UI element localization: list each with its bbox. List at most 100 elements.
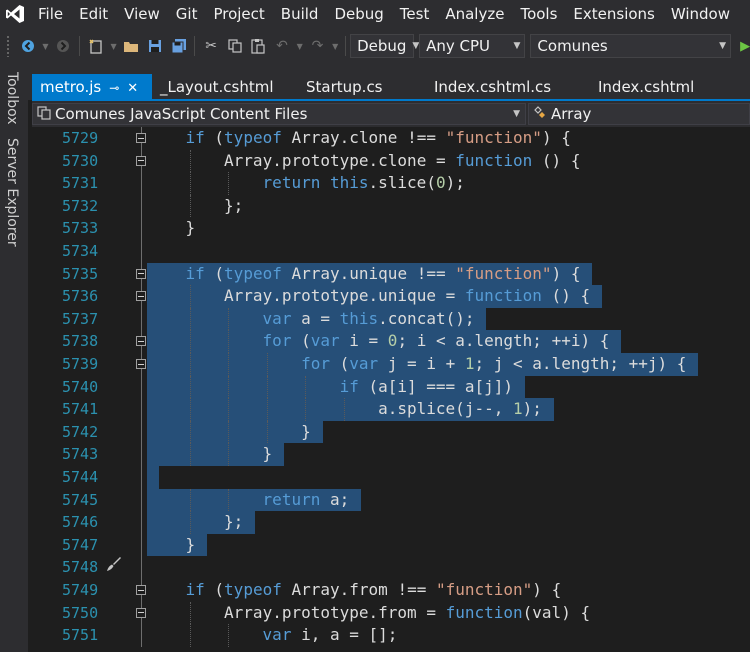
cut-icon[interactable]: ✂ xyxy=(200,35,222,57)
code-line[interactable]: 5746}; xyxy=(56,511,750,534)
dropdown-arrow-icon[interactable]: ▼ xyxy=(295,35,305,57)
collapse-region-icon[interactable] xyxy=(136,585,146,595)
code-text: }; xyxy=(224,511,243,534)
open-folder-icon[interactable] xyxy=(120,35,142,57)
code-line[interactable]: 5732}; xyxy=(56,194,750,218)
code-line[interactable]: 5741 a.splice(j--, 1); xyxy=(56,398,750,421)
paste-icon[interactable] xyxy=(248,35,270,57)
code-line[interactable]: 5734 xyxy=(56,240,750,263)
code-token: i = xyxy=(339,331,388,351)
string-token: "function" xyxy=(435,580,533,599)
startup-project-select[interactable]: Comunes ▼ xyxy=(530,34,732,58)
code-token: Array.from !== xyxy=(281,580,436,599)
project-scope-select[interactable]: Comunes JavaScript Content Files ▼ xyxy=(32,103,526,125)
collapse-region-icon[interactable] xyxy=(136,607,146,618)
menu-debug[interactable]: Debug xyxy=(326,0,391,28)
code-line[interactable]: 5730 Array.prototype.clone = function () … xyxy=(56,149,750,173)
collapse-region-icon[interactable] xyxy=(136,336,146,347)
code-editor[interactable]: 5729 if (typeof Array.clone !== "function… xyxy=(56,127,750,652)
visual-studio-logo-icon[interactable] xyxy=(0,0,30,28)
code-line[interactable]: 5750 Array.prototype.from = function(val)… xyxy=(56,601,750,625)
code-token: a; xyxy=(320,489,350,509)
navigate-forward-icon[interactable] xyxy=(52,35,74,57)
indent-guide xyxy=(189,353,191,376)
menu-tools[interactable]: Tools xyxy=(512,0,565,28)
tab-index-cshtml[interactable]: Index.cshtml xyxy=(590,74,750,100)
toolbox-tab[interactable]: Toolbox xyxy=(4,72,20,125)
copy-icon[interactable] xyxy=(224,35,246,57)
indent-guide xyxy=(228,307,230,331)
code-line[interactable]: 5742} xyxy=(56,420,750,444)
code-line[interactable]: 5729 if (typeof Array.clone !== "function… xyxy=(56,127,750,150)
collapse-region-icon[interactable] xyxy=(136,155,146,166)
code-token: ); xyxy=(445,173,465,193)
indent-guide xyxy=(305,375,307,399)
keyword-token: typeof xyxy=(224,580,282,599)
code-line[interactable]: 5739 for (var j = i + 1; j < a.length; ++… xyxy=(56,353,750,376)
new-project-icon[interactable] xyxy=(85,35,107,57)
tab-label: metro.js xyxy=(40,78,102,96)
redo-icon[interactable]: ↷ xyxy=(307,35,329,57)
menu-test[interactable]: Test xyxy=(392,0,438,28)
line-number: 5749 xyxy=(62,581,99,599)
save-icon[interactable] xyxy=(144,35,166,57)
keyword-token: var xyxy=(262,625,292,645)
code-line[interactable]: 5735 if (typeof Array.unique !== "functio… xyxy=(56,263,750,286)
collapse-region-icon[interactable] xyxy=(136,268,146,279)
tab-index-cshtml-cs[interactable]: Index.cshtml.cs xyxy=(426,74,590,100)
code-text: a.splice(j--, 1); xyxy=(378,398,542,421)
collapse-region-icon[interactable] xyxy=(136,291,146,302)
code-line[interactable]: 5740 if (a[i] === a[j]) xyxy=(56,375,750,399)
save-all-icon[interactable] xyxy=(168,35,190,57)
toolbar-grip[interactable] xyxy=(6,35,10,57)
chevron-down-icon: ▼ xyxy=(719,41,727,51)
code-token: j = i + xyxy=(378,354,465,373)
keyword-token: if xyxy=(185,580,205,599)
collapse-region-icon[interactable] xyxy=(136,133,146,143)
code-line[interactable]: 5747} xyxy=(56,534,750,557)
code-token: ) { xyxy=(532,580,562,599)
start-debugging-icon[interactable]: ▶ xyxy=(740,39,750,54)
code-line[interactable]: 5744 xyxy=(56,466,750,489)
dropdown-arrow-icon[interactable]: ▼ xyxy=(330,35,340,57)
code-line[interactable]: 5748 xyxy=(56,556,750,579)
tab-metro-js[interactable]: metro.js ⊸ ✕ xyxy=(32,74,152,100)
menu-view[interactable]: View xyxy=(116,0,168,28)
tab--layout-cshtml[interactable]: _Layout.cshtml xyxy=(152,74,298,100)
menu-extensions[interactable]: Extensions xyxy=(565,0,662,28)
code-line[interactable]: 5733} xyxy=(56,217,750,240)
undo-icon[interactable]: ↶ xyxy=(271,35,293,57)
indent-guide xyxy=(228,172,230,195)
code-line[interactable]: 5745 return a; xyxy=(56,488,750,512)
menu-window[interactable]: Window xyxy=(663,0,738,28)
string-token: "function" xyxy=(445,128,542,147)
menu-build[interactable]: Build xyxy=(273,0,327,28)
menu-edit[interactable]: Edit xyxy=(71,0,116,28)
menu-analyze[interactable]: Analyze xyxy=(437,0,512,28)
code-line[interactable]: 5731 return this.slice(0); xyxy=(56,172,750,195)
menu-file[interactable]: File xyxy=(30,0,71,28)
close-icon[interactable]: ✕ xyxy=(127,81,138,96)
tab-startup-cs[interactable]: Startup.cs xyxy=(298,74,426,100)
code-line[interactable]: 5737 var a = this.concat(); xyxy=(56,307,750,331)
keyword-token: function xyxy=(445,602,523,622)
menu-project[interactable]: Project xyxy=(205,0,272,28)
pin-tab-icon[interactable]: ⊸ xyxy=(109,81,119,95)
code-line[interactable]: 5751 var i, a = []; xyxy=(56,624,750,647)
menu-git[interactable]: Git xyxy=(168,0,206,28)
solution-platform-select[interactable]: Any CPU ▼ xyxy=(419,34,526,58)
solution-configuration-select[interactable]: Debug ▼ xyxy=(350,34,419,58)
code-line[interactable]: 5736 Array.prototype.unique = function ()… xyxy=(56,285,750,308)
dropdown-arrow-icon[interactable]: ▼ xyxy=(109,35,119,57)
keyword-token: var xyxy=(310,331,340,351)
collapse-region-icon[interactable] xyxy=(136,359,146,369)
code-line[interactable]: 5749 if (typeof Array.from !== "function"… xyxy=(56,579,750,602)
code-line[interactable]: 5738 for (var i = 0; i < a.length; ++i) { xyxy=(56,330,750,353)
code-cleanup-brush-icon[interactable] xyxy=(106,556,122,576)
code-token: ; i < a.length; ++i) { xyxy=(397,331,610,351)
code-line[interactable]: 5743} xyxy=(56,443,750,466)
member-select[interactable]: Array xyxy=(528,103,750,125)
navigate-back-icon[interactable] xyxy=(17,35,39,57)
dropdown-arrow-icon[interactable]: ▼ xyxy=(41,35,51,57)
server-explorer-tab[interactable]: Server Explorer xyxy=(4,138,20,247)
